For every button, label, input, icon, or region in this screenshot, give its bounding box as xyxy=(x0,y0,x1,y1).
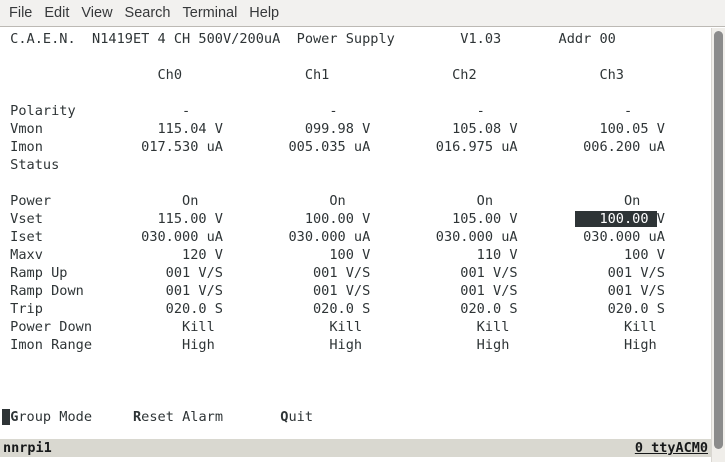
row-ramp-up: Ramp Up 001 V/S 001 V/S 001 V/S 001 V/S xyxy=(2,264,711,282)
blank-line xyxy=(2,174,711,192)
terminal-text: C.A.E.N. N1419ET 4 CH 500V/200uA Power S… xyxy=(2,31,616,47)
row-vmon: Vmon 115.04 V 099.98 V 105.08 V 100.05 V xyxy=(2,120,711,138)
terminal-text: Maxv 120 V 100 V 110 V 100 V xyxy=(2,247,665,263)
row-iset: Iset 030.000 uA 030.000 uA 030.000 uA 03… xyxy=(2,228,711,246)
scrollbar-thumb[interactable] xyxy=(714,31,723,449)
row-power: Power On On On On xyxy=(2,192,711,210)
terminal-text: Power Down Kill Kill Kill Kill xyxy=(2,319,657,335)
terminal-text: Trip 020.0 S 020.0 S 020.0 S 020.0 S xyxy=(2,301,665,317)
row-status: Status xyxy=(2,156,711,174)
terminal-text: Ramp Up 001 V/S 001 V/S 001 V/S 001 V/S xyxy=(2,265,665,281)
row-vset: Vset 115.00 V 100.00 V 105.00 V 100.00 V xyxy=(2,210,711,228)
row-imon: Imon 017.530 uA 005.035 uA 016.975 uA 00… xyxy=(2,138,711,156)
row-trip: Trip 020.0 S 020.0 S 020.0 S 020.0 S xyxy=(2,300,711,318)
scrollbar[interactable] xyxy=(711,28,725,462)
terminal-window: File Edit View Search Terminal Help C.A.… xyxy=(0,0,725,462)
terminal-text: V xyxy=(657,211,665,227)
blank-line xyxy=(2,390,711,408)
terminal-text: Imon 017.530 uA 005.035 uA 016.975 uA 00… xyxy=(2,139,665,155)
terminal-text xyxy=(223,409,280,425)
vset-ch3-selected-value[interactable]: 100.00 xyxy=(575,211,657,227)
menu-help[interactable]: Help xyxy=(243,5,285,21)
blank-line xyxy=(2,84,711,102)
terminal-text: Vset 115.00 V 100.00 V 105.00 V xyxy=(2,211,575,227)
statusbar-hostname: nnrpi1 xyxy=(3,439,52,457)
terminal-text: Ramp Down 001 V/S 001 V/S 001 V/S 001 V/… xyxy=(2,283,665,299)
menu-terminal[interactable]: Terminal xyxy=(177,5,244,21)
menu-file[interactable]: File xyxy=(3,5,38,21)
row-maxv: Maxv 120 V 100 V 110 V 100 V xyxy=(2,246,711,264)
row-imon-range: Imon Range High High High High xyxy=(2,336,711,354)
terminal-text xyxy=(92,409,133,425)
terminal-screen[interactable]: C.A.E.N. N1419ET 4 CH 500V/200uA Power S… xyxy=(0,28,711,462)
terminal-text: Vmon 115.04 V 099.98 V 105.08 V 100.05 V xyxy=(2,121,665,137)
reset-alarm-hotkey[interactable]: R xyxy=(133,409,141,425)
blank-line xyxy=(2,372,711,390)
terminal-text: Polarity - - - - xyxy=(2,103,632,119)
statusbar-window-tty: 0 ttyACM0 xyxy=(635,439,708,457)
menu-view[interactable]: View xyxy=(75,5,118,21)
row-power-down: Power Down Kill Kill Kill Kill xyxy=(2,318,711,336)
menubar: File Edit View Search Terminal Help xyxy=(0,0,725,27)
menu-search[interactable]: Search xyxy=(119,5,177,21)
channel-header-row: Ch0 Ch1 Ch2 Ch3 xyxy=(2,66,711,84)
terminal-text: Ch0 Ch1 Ch2 Ch3 xyxy=(2,67,624,83)
menu-edit[interactable]: Edit xyxy=(38,5,75,21)
group-mode-command[interactable]: roup Mode xyxy=(18,409,92,425)
terminal-text: Imon Range High High High High xyxy=(2,337,657,353)
row-polarity: Polarity - - - - xyxy=(2,102,711,120)
quit-command[interactable]: uit xyxy=(288,409,313,425)
blank-line xyxy=(2,354,711,372)
terminal-text: Iset 030.000 uA 030.000 uA 030.000 uA 03… xyxy=(2,229,665,245)
terminal-text: Status xyxy=(2,157,59,173)
footer-commands: Group Mode Reset Alarm Quit xyxy=(2,408,711,426)
title-line: C.A.E.N. N1419ET 4 CH 500V/200uA Power S… xyxy=(2,30,711,48)
cursor-block xyxy=(2,409,10,425)
row-ramp-down: Ramp Down 001 V/S 001 V/S 001 V/S 001 V/… xyxy=(2,282,711,300)
blank-line xyxy=(2,48,711,66)
reset-alarm-command[interactable]: eset Alarm xyxy=(141,409,223,425)
status-bar: nnrpi1 0 ttyACM0 xyxy=(0,439,711,457)
terminal-text: Power On On On On xyxy=(2,193,640,209)
